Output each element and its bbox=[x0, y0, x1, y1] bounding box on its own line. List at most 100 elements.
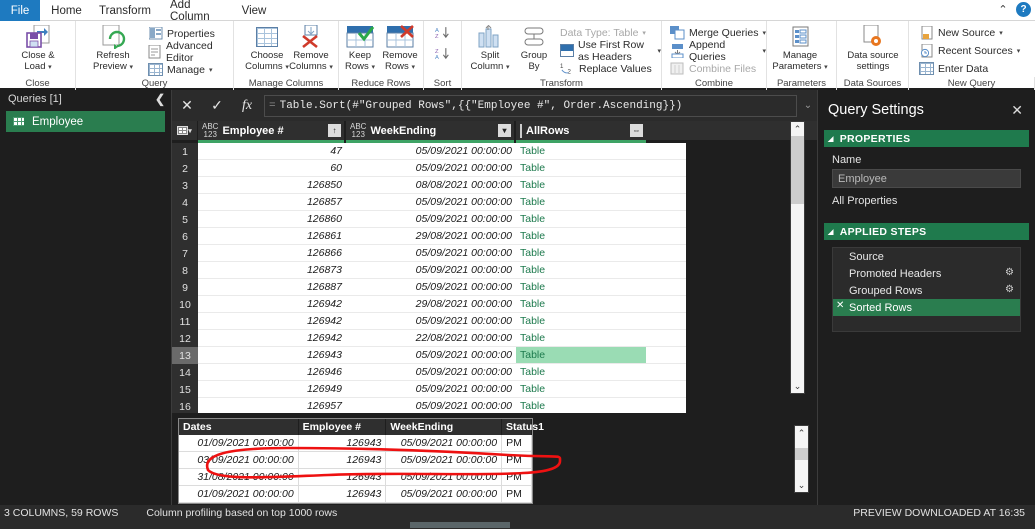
remove-rows-button[interactable]: Remove Rows ▾ bbox=[377, 24, 423, 73]
tab-file[interactable]: File bbox=[0, 0, 40, 21]
cell-weekending[interactable]: 05/09/2021 00:00:00 bbox=[346, 381, 516, 398]
row-number[interactable]: 3 bbox=[172, 177, 198, 194]
cell-weekending[interactable]: 05/09/2021 00:00:00 bbox=[346, 245, 516, 262]
enter-data-button[interactable]: Enter Data bbox=[919, 60, 988, 77]
use-first-row-as-headers-button[interactable]: Use First Row as Headers ▾ bbox=[560, 39, 661, 63]
gear-icon[interactable]: ⚙ bbox=[1005, 284, 1014, 295]
row-number[interactable]: 1 bbox=[172, 143, 198, 160]
scroll-up-icon[interactable]: ⌃ bbox=[795, 426, 808, 440]
row-number[interactable]: 15 bbox=[172, 381, 198, 398]
cell-weekending[interactable]: 08/08/2021 00:00:00 bbox=[346, 177, 516, 194]
manage-parameters-button[interactable]: Manage Parameters ▾ bbox=[771, 24, 829, 73]
grid-vertical-scrollbar[interactable]: ⌃ ⌄ bbox=[790, 121, 805, 394]
row-number[interactable]: 11 bbox=[172, 313, 198, 330]
cell-weekending[interactable]: 05/09/2021 00:00:00 bbox=[346, 143, 516, 160]
preview-cell-dates[interactable]: 01/09/2021 00:00:00 bbox=[179, 435, 299, 451]
cancel-icon[interactable]: ✕ bbox=[172, 90, 202, 121]
query-name-input[interactable]: Employee bbox=[832, 169, 1021, 188]
formula-input[interactable]: = Table.Sort(#"Grouped Rows",{{"Employee … bbox=[264, 94, 797, 117]
new-source-button[interactable]: New Source ▾ bbox=[919, 24, 1003, 41]
preview-cell-employee[interactable]: 126943 bbox=[299, 469, 387, 485]
fx-icon[interactable]: fx bbox=[232, 90, 262, 121]
expand-columns-icon[interactable]: ⇔ bbox=[630, 124, 643, 137]
preview-cell-employee[interactable]: 126943 bbox=[299, 486, 387, 502]
tab-add-column[interactable]: Add Column bbox=[160, 0, 232, 23]
row-number[interactable]: 13 bbox=[172, 347, 198, 364]
table-row[interactable]: 12 126942 22/08/2021 00:00:00 Table bbox=[172, 330, 817, 347]
scroll-down-icon[interactable]: ⌄ bbox=[795, 478, 808, 492]
column-header-weekending[interactable]: ABC 123 WeekEnding ▾ bbox=[346, 121, 516, 140]
row-number[interactable]: 2 bbox=[172, 160, 198, 177]
cell-employee[interactable]: 126866 bbox=[198, 245, 346, 262]
row-number[interactable]: 9 bbox=[172, 279, 198, 296]
scroll-track[interactable] bbox=[791, 136, 804, 379]
preview-cell-dates[interactable]: 03/09/2021 00:00:00 bbox=[179, 452, 299, 468]
gear-icon[interactable]: ⚙ bbox=[1005, 267, 1014, 278]
cell-allrows[interactable]: Table bbox=[516, 364, 646, 381]
scroll-thumb[interactable] bbox=[791, 136, 804, 204]
cell-allrows[interactable]: Table bbox=[516, 262, 646, 279]
cell-weekending[interactable]: 29/08/2021 00:00:00 bbox=[346, 296, 516, 313]
preview-cell-dates[interactable]: 01/09/2021 00:00:00 bbox=[179, 486, 299, 502]
preview-column-header[interactable]: Status1 bbox=[502, 419, 544, 435]
cell-allrows[interactable]: Table bbox=[516, 381, 646, 398]
cell-employee[interactable]: 126887 bbox=[198, 279, 346, 296]
table-row[interactable]: 3 126850 08/08/2021 00:00:00 Table bbox=[172, 177, 817, 194]
grid-corner-table-icon[interactable]: ▾ bbox=[172, 121, 198, 140]
row-number[interactable]: 8 bbox=[172, 262, 198, 279]
preview-cell-weekending[interactable]: 05/09/2021 00:00:00 bbox=[386, 452, 503, 468]
preview-table-row[interactable]: 01/09/2021 00:00:00 126943 05/09/2021 00:0… bbox=[179, 435, 532, 452]
row-number[interactable]: 5 bbox=[172, 211, 198, 228]
preview-column-header[interactable]: Dates bbox=[179, 419, 299, 435]
preview-table-row[interactable]: 31/08/2021 00:00:00 126943 05/09/2021 00:0… bbox=[179, 469, 532, 486]
query-list-item-employee[interactable]: Employee bbox=[6, 111, 165, 132]
manage-button[interactable]: Manage ▾ bbox=[148, 61, 212, 78]
cell-employee[interactable]: 126943 bbox=[198, 347, 346, 364]
cell-allrows[interactable]: Table bbox=[516, 211, 646, 228]
cell-employee[interactable]: 126861 bbox=[198, 228, 346, 245]
sort-descending-button[interactable]: ZA bbox=[435, 45, 450, 62]
table-row[interactable]: 8 126873 05/09/2021 00:00:00 Table bbox=[172, 262, 817, 279]
cell-employee[interactable]: 126957 bbox=[198, 398, 346, 413]
cell-allrows[interactable]: Table bbox=[516, 330, 646, 347]
cell-weekending[interactable]: 05/09/2021 00:00:00 bbox=[346, 194, 516, 211]
table-row[interactable]: 15 126949 05/09/2021 00:00:00 Table bbox=[172, 381, 817, 398]
cell-employee[interactable]: 126873 bbox=[198, 262, 346, 279]
cell-allrows[interactable]: Table bbox=[516, 177, 646, 194]
cell-weekending[interactable]: 05/09/2021 00:00:00 bbox=[346, 313, 516, 330]
chevron-left-icon[interactable]: ❮ bbox=[155, 92, 165, 106]
close-and-load-button[interactable]: Close & Load ▾ bbox=[9, 24, 67, 73]
cell-allrows[interactable]: Table bbox=[516, 143, 646, 160]
applied-step-item[interactable]: Promoted Headers ⚙ bbox=[833, 265, 1020, 282]
cell-weekending[interactable]: 29/08/2021 00:00:00 bbox=[346, 228, 516, 245]
preview-cell-weekending[interactable]: 05/09/2021 00:00:00 bbox=[386, 486, 503, 502]
sort-ascending-icon[interactable]: ↑ bbox=[328, 124, 341, 137]
cell-weekending[interactable]: 05/09/2021 00:00:00 bbox=[346, 398, 516, 413]
cell-employee[interactable]: 126942 bbox=[198, 330, 346, 347]
table-row[interactable]: 13 126943 05/09/2021 00:00:00 Table bbox=[172, 347, 817, 364]
cell-weekending[interactable]: 05/09/2021 00:00:00 bbox=[346, 347, 516, 364]
row-number[interactable]: 7 bbox=[172, 245, 198, 262]
scroll-up-icon[interactable]: ⌃ bbox=[791, 122, 804, 136]
preview-cell-status[interactable]: PM bbox=[502, 469, 532, 485]
preview-cell-status[interactable]: PM bbox=[502, 435, 532, 451]
cell-weekending[interactable]: 05/09/2021 00:00:00 bbox=[346, 262, 516, 279]
table-row[interactable]: 7 126866 05/09/2021 00:00:00 Table bbox=[172, 245, 817, 262]
cell-employee[interactable]: 126942 bbox=[198, 296, 346, 313]
table-row[interactable]: 1 47 05/09/2021 00:00:00 Table bbox=[172, 143, 817, 160]
applied-steps-section-header[interactable]: ◢ APPLIED STEPS bbox=[824, 223, 1029, 240]
status-profiling-note[interactable]: Column profiling based on top 1000 rows bbox=[118, 507, 337, 519]
preview-cell-dates[interactable]: 31/08/2021 00:00:00 bbox=[179, 469, 299, 485]
advanced-editor-button[interactable]: Advanced Editor bbox=[148, 40, 233, 64]
chevron-up-icon[interactable]: ⌃ bbox=[996, 3, 1010, 17]
preview-cell-employee[interactable]: 126943 bbox=[299, 435, 387, 451]
horizontal-scrollbar[interactable] bbox=[0, 521, 1035, 529]
cell-weekending[interactable]: 05/09/2021 00:00:00 bbox=[346, 279, 516, 296]
row-number[interactable]: 4 bbox=[172, 194, 198, 211]
cell-employee[interactable]: 60 bbox=[198, 160, 346, 177]
tab-home[interactable]: Home bbox=[44, 0, 89, 21]
cell-allrows[interactable]: Table bbox=[516, 398, 646, 413]
preview-vertical-scrollbar[interactable]: ⌃ ⌄ bbox=[794, 425, 809, 493]
recent-sources-button[interactable]: Recent Sources ▾ bbox=[919, 42, 1020, 59]
cell-allrows[interactable]: Table bbox=[516, 194, 646, 211]
